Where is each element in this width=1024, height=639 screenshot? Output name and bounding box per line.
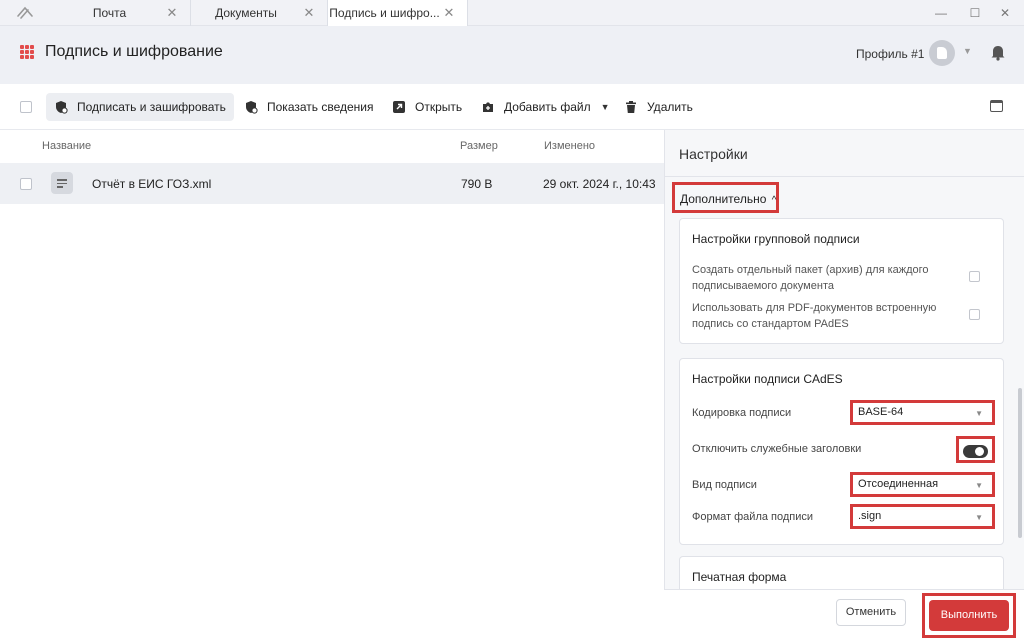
settings-panel: Настройки Дополнительно ^ Настройки груп… [664,130,1024,639]
signature-type-label: Вид подписи [692,479,757,491]
tab-mail-label: Почта [92,6,127,20]
encoding-value: BASE-64 [858,406,904,418]
tab-documents[interactable]: Документы ✕ [191,0,328,26]
sign-encrypt-label: Подписать и зашифровать [77,100,226,114]
open-button[interactable]: Открыть [384,93,470,121]
cades-settings-card: Настройки подписи CAdES Кодировка подпис… [679,358,1004,545]
tab-close-icon[interactable]: ✕ [164,5,180,21]
tab-close-icon[interactable]: ✕ [301,5,317,21]
page-title: Подпись и шифрование [45,43,223,60]
trash-icon [626,101,636,113]
open-external-icon [393,101,405,113]
tab-sign-encrypt[interactable]: Подпись и шифро... ✕ [328,0,468,26]
file-format-label: Формат файла подписи [692,511,814,523]
add-file-label: Добавить файл [504,100,591,114]
file-format-select[interactable]: .sign ▼ [850,504,995,529]
delete-button[interactable]: Удалить [616,93,701,121]
document-icon [51,172,73,194]
open-label: Открыть [415,100,463,114]
maximize-icon[interactable]: ☐ [966,4,984,22]
title-bar: Почта ✕ Документы ✕ Подпись и шифро... ✕… [0,0,1024,26]
tab-close-icon[interactable]: ✕ [441,5,457,21]
close-window-icon[interactable]: ✕ [996,4,1014,22]
show-info-label: Показать сведения [267,100,374,114]
advanced-label: Дополнительно [680,192,767,206]
group-signature-card: Настройки групповой подписи Создать отде… [679,218,1004,344]
option-separate-archive-checkbox[interactable] [969,271,980,282]
chevron-down-icon[interactable]: ▼ [601,102,610,112]
signature-type-value: Отсоединенная [858,478,939,490]
row-checkbox[interactable] [20,178,32,190]
file-modified: 29 окт. 2024 г., 10:43 [543,177,656,191]
add-file-icon [483,102,493,112]
chevron-down-icon: ▼ [975,409,983,418]
table-row[interactable]: Отчёт в ЕИС ГОЗ.xml 790 B 29 окт. 2024 г… [0,163,664,204]
sign-encrypt-button[interactable]: Подписать и зашифровать [46,93,234,121]
option-pades-label: Использовать для PDF-документов встроенн… [692,302,937,330]
show-info-button[interactable]: Показать сведения [236,93,382,121]
column-size[interactable]: Размер [460,140,498,152]
disable-headers-toggle[interactable] [956,436,995,463]
settings-footer: Отменить Выполнить [664,589,1024,639]
toggle-knob [975,447,984,456]
shield-info-icon [246,101,258,114]
divider [665,176,1024,177]
tab-mail[interactable]: Почта ✕ [55,0,191,26]
settings-title: Настройки [679,146,748,162]
signature-type-select[interactable]: Отсоединенная ▼ [850,472,995,497]
column-modified[interactable]: Изменено [544,140,595,152]
app-logo-icon [17,6,33,19]
settings-scrollbar[interactable] [1018,388,1022,538]
option-separate-archive-label: Создать отдельный пакет (архив) для кажд… [692,264,929,292]
add-file-button[interactable]: Добавить файл ▼ [473,93,618,121]
chevron-up-icon: ^ [771,195,777,206]
tab-sign-encrypt-label: Подпись и шифро... [329,6,440,20]
chevron-down-icon[interactable]: ▼ [963,46,972,56]
select-all-checkbox[interactable] [20,101,32,113]
option-pades-checkbox[interactable] [969,309,980,320]
group-signature-title: Настройки групповой подписи [692,232,860,246]
chevron-down-icon: ▼ [975,481,983,490]
column-name[interactable]: Название [42,140,91,152]
submit-highlight: Выполнить [922,593,1016,638]
app-header: Подпись и шифрование Профиль #1 ▼ [0,26,1024,84]
execute-button[interactable]: Выполнить [929,600,1009,631]
cancel-button[interactable]: Отменить [836,599,906,626]
print-form-title: Печатная форма [692,570,787,584]
bell-icon[interactable] [990,43,1006,61]
disable-headers-label: Отключить служебные заголовки [692,443,862,455]
advanced-toggle[interactable]: Дополнительно ^ [672,182,779,213]
toolbar: Подписать и зашифровать Показать сведени… [0,84,1024,130]
apps-grid-icon[interactable] [20,45,34,59]
panel-toggle-icon[interactable] [990,100,1003,112]
tab-documents-label: Документы [215,6,277,20]
encoding-label: Кодировка подписи [692,407,792,419]
minimize-icon[interactable]: — [932,4,950,22]
file-name: Отчёт в ЕИС ГОЗ.xml [92,177,212,191]
encoding-select[interactable]: BASE-64 ▼ [850,400,995,425]
chevron-down-icon: ▼ [975,513,983,522]
file-format-value: .sign [858,510,882,522]
profile-name[interactable]: Профиль #1 [856,47,924,61]
delete-label: Удалить [647,100,693,114]
cades-settings-title: Настройки подписи CAdES [692,372,843,386]
shield-doc-icon [56,101,68,114]
file-size: 790 B [461,177,493,191]
avatar[interactable] [929,40,955,66]
